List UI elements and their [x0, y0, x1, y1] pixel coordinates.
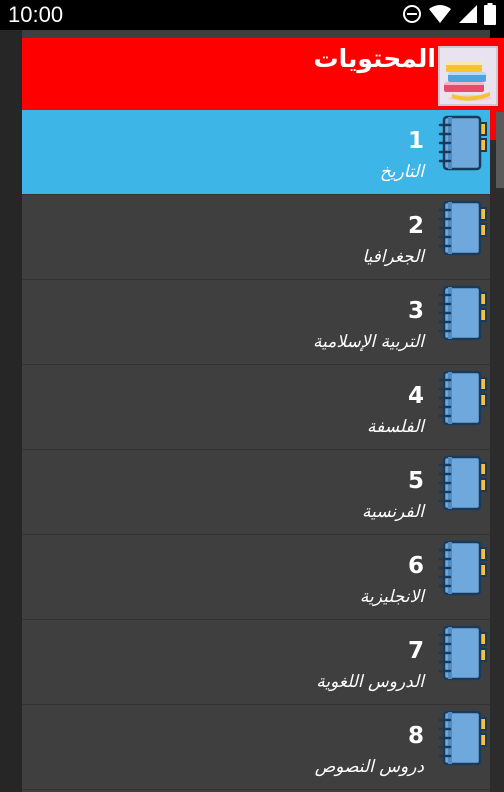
scrollbar-thumb[interactable] — [496, 112, 504, 188]
list-item[interactable]: 1 التاريخ — [22, 110, 490, 195]
list-item[interactable]: 8 دروس النصوص — [22, 705, 490, 790]
drawer-title: المحتويات — [313, 44, 436, 73]
status-bar: 10:00 — [0, 0, 504, 30]
item-label: الفلسفة — [366, 417, 424, 437]
item-number: 6 — [407, 553, 424, 579]
notebook-icon — [436, 368, 492, 428]
wifi-icon — [429, 5, 451, 23]
item-label: دروس النصوص — [314, 757, 424, 777]
item-number: 7 — [407, 638, 424, 664]
item-number: 2 — [407, 213, 424, 239]
list-item[interactable]: 3 التربية الإسلامية — [22, 280, 490, 365]
list-item[interactable]: 7 الدروس اللغوية — [22, 620, 490, 705]
item-number: 3 — [407, 298, 424, 324]
list-item[interactable]: 4 الفلسفة — [22, 365, 490, 450]
item-label: التربية الإسلامية — [313, 332, 424, 352]
notebook-icon — [436, 453, 492, 513]
item-number: 8 — [407, 723, 424, 749]
notebook-icon — [436, 198, 492, 258]
books-logo-icon — [438, 46, 498, 106]
do-not-disturb-icon — [403, 5, 421, 23]
background-app-edge — [0, 30, 22, 792]
item-label: التاريخ — [379, 162, 424, 182]
item-label: الانجليزية — [359, 587, 424, 607]
item-label: الفرنسية — [361, 502, 424, 522]
list-item[interactable]: 6 الانجليزية — [22, 535, 490, 620]
item-label: الجغرافيا — [362, 247, 424, 267]
status-time: 10:00 — [8, 2, 64, 27]
background-app-edge-right — [490, 110, 504, 792]
status-icons — [402, 3, 496, 25]
chapter-list: 1 التاريخ 2 الجغرافيا 3 التربية الإسلامي… — [22, 110, 490, 790]
signal-icon — [459, 5, 477, 23]
list-item[interactable]: 2 الجغرافيا — [22, 195, 490, 280]
notebook-icon — [436, 283, 492, 343]
item-number: 1 — [407, 128, 424, 154]
notebook-icon — [436, 538, 492, 598]
item-label: الدروس اللغوية — [316, 672, 424, 692]
notebook-icon — [436, 113, 492, 173]
item-number: 5 — [407, 468, 424, 494]
notebook-icon — [436, 623, 492, 683]
battery-icon — [484, 3, 496, 25]
item-number: 4 — [407, 383, 424, 409]
notebook-icon — [436, 708, 492, 768]
navigation-drawer: المحتويات 1 التاريخ 2 الجغرافيا 3 التربي… — [22, 30, 504, 792]
list-item[interactable]: 5 الفرنسية — [22, 450, 490, 535]
